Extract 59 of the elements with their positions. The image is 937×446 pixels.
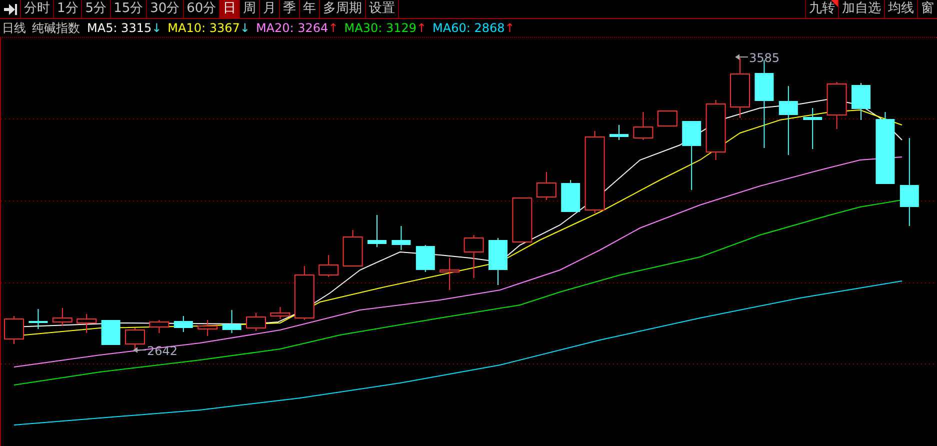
toolbar-button[interactable]: 九转 — [805, 0, 838, 18]
candlestick — [392, 226, 411, 250]
candlestick — [318, 254, 339, 278]
trend-arrow: ↓ — [152, 21, 162, 35]
candlestick — [222, 310, 242, 334]
instrument-name: 纯碱指数 — [32, 20, 80, 36]
leader-line — [736, 54, 748, 60]
candlestick — [416, 244, 435, 272]
candlestick — [512, 198, 532, 242]
period-tab[interactable]: 年 — [300, 0, 320, 18]
candlestick — [270, 306, 290, 320]
candlestick — [852, 82, 870, 120]
candlestick — [4, 316, 24, 344]
candlestick — [294, 266, 314, 320]
trend-arrow: ↑ — [328, 21, 338, 35]
candlestick — [826, 82, 847, 130]
period-tab[interactable]: 分时 — [21, 0, 54, 18]
trend-arrow: ↑ — [504, 21, 515, 35]
moving-average-value: MA20: 3264 — [256, 21, 328, 35]
candlestick — [368, 214, 386, 248]
candlestick — [803, 108, 822, 150]
candlestick — [198, 320, 218, 336]
candlestick — [76, 314, 97, 334]
trend-arrow: ↑ — [416, 21, 427, 35]
candlestick — [730, 58, 750, 118]
candlestick — [440, 258, 460, 290]
candlestick — [706, 100, 726, 160]
arrow-to-bar-icon — [4, 4, 16, 14]
period-tab[interactable]: 设置 — [366, 0, 400, 18]
candlestick — [464, 234, 484, 278]
toolbar-button[interactable]: 加自选 — [838, 0, 884, 18]
leader-line — [134, 347, 146, 352]
candlestick — [682, 120, 702, 190]
moving-average-value: MA10: 3367 — [168, 21, 240, 35]
candlestick — [610, 124, 628, 140]
candlestick — [633, 112, 654, 140]
period-tab[interactable]: 周 — [240, 0, 260, 18]
period-tab[interactable]: 日 — [220, 0, 240, 18]
period-tab[interactable]: 季 — [280, 0, 300, 18]
moving-average-value: MA60: 2868 — [432, 21, 505, 35]
candlestick — [536, 172, 556, 200]
candlestick — [778, 86, 798, 156]
price-label: 2642 — [147, 344, 178, 358]
candlestick — [28, 308, 48, 330]
candlestick — [488, 238, 508, 286]
price-label: 3585 — [749, 51, 780, 65]
chart-period-label: 日线 — [2, 20, 26, 36]
trend-arrow: ↓ — [240, 21, 250, 35]
candlestick — [342, 230, 363, 266]
candlestick — [561, 180, 580, 212]
candlestick — [657, 110, 678, 126]
moving-average-value: MA30: 3129 — [344, 21, 416, 35]
candlestick — [52, 308, 72, 326]
candlestick — [149, 320, 170, 334]
candlestick — [246, 312, 266, 332]
candlestick — [125, 328, 145, 350]
candlestick — [101, 320, 120, 346]
candlestick — [174, 316, 193, 332]
moving-average-value: MA5: 3315 — [87, 21, 152, 35]
